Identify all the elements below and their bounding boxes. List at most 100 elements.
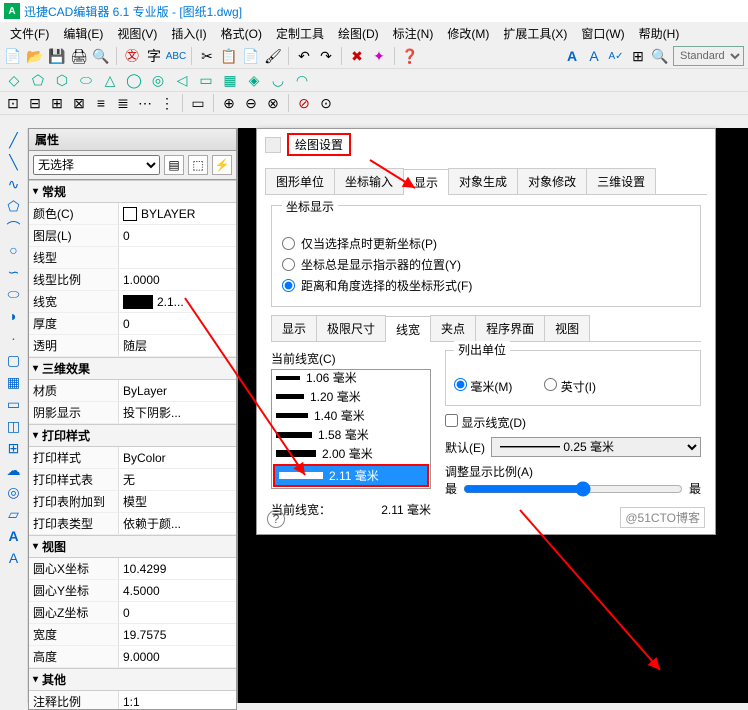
property-value[interactable]: 依赖于颜... bbox=[119, 513, 236, 534]
xline-tool[interactable]: ╲ bbox=[2, 152, 25, 172]
redo-icon[interactable]: ↷ bbox=[317, 47, 335, 65]
property-value[interactable]: 2.1... bbox=[119, 291, 236, 312]
lineweight-item[interactable]: 1.40 毫米 bbox=[272, 406, 430, 425]
property-row[interactable]: 厚度0 bbox=[29, 313, 236, 335]
filter-icon[interactable]: ▤ bbox=[164, 155, 184, 175]
sub-tab[interactable]: 程序界面 bbox=[475, 315, 545, 341]
help-icon[interactable]: ❓ bbox=[401, 47, 419, 65]
property-value[interactable]: 0 bbox=[119, 313, 236, 334]
t3-6[interactable]: ≣ bbox=[114, 94, 132, 112]
lineweight-item[interactable]: 1.58 毫米 bbox=[272, 425, 430, 444]
show-lw-check[interactable]: 显示线宽(D) bbox=[445, 414, 526, 431]
property-row[interactable]: 打印样式ByColor bbox=[29, 447, 236, 469]
t3-9[interactable]: ▭ bbox=[189, 94, 207, 112]
cut-icon[interactable]: ✂ bbox=[198, 47, 216, 65]
property-value[interactable]: ByColor bbox=[119, 447, 236, 468]
group-header[interactable]: 打印样式 bbox=[29, 424, 236, 447]
property-row[interactable]: 打印样式表无 bbox=[29, 469, 236, 491]
property-value[interactable]: 无 bbox=[119, 469, 236, 490]
mesh-icon[interactable]: ▦ bbox=[220, 71, 240, 89]
lineweight-list[interactable]: 1.00 毫米1.06 毫米1.20 毫米1.40 毫米1.58 毫米2.00 … bbox=[271, 369, 431, 489]
menu-item[interactable]: 视图(V) bbox=[111, 23, 163, 44]
property-value[interactable]: 随层 bbox=[119, 335, 236, 356]
donut-tool[interactable]: ◎ bbox=[2, 482, 25, 502]
menu-item[interactable]: 编辑(E) bbox=[57, 23, 109, 44]
coord-radio[interactable]: 坐标总是显示指示器的位置(Y) bbox=[282, 256, 690, 273]
t3-4[interactable]: ⊠ bbox=[70, 94, 88, 112]
delete-x-icon[interactable]: ✖ bbox=[348, 47, 366, 65]
t3-3[interactable]: ⊞ bbox=[48, 94, 66, 112]
sub-tab[interactable]: 视图 bbox=[544, 315, 590, 341]
sub-tab[interactable]: 夹点 bbox=[430, 315, 476, 341]
text-a2-icon[interactable]: A bbox=[585, 47, 603, 65]
property-row[interactable]: 阴影显示投下阴影... bbox=[29, 402, 236, 424]
property-row[interactable]: 打印表类型依赖于颜... bbox=[29, 513, 236, 535]
lineweight-item[interactable]: 1.06 毫米 bbox=[272, 369, 430, 387]
unit-in-radio[interactable]: 英寸(I) bbox=[544, 378, 596, 395]
menu-item[interactable]: 窗口(W) bbox=[575, 23, 630, 44]
dish-icon[interactable]: ◡ bbox=[268, 71, 288, 89]
t3-8[interactable]: ⋮ bbox=[158, 94, 176, 112]
property-row[interactable]: 线型 bbox=[29, 247, 236, 269]
undo-icon[interactable]: ↶ bbox=[295, 47, 313, 65]
dialog-tab[interactable]: 对象修改 bbox=[517, 168, 587, 194]
property-row[interactable]: 高度9.0000 bbox=[29, 646, 236, 668]
polygon-tool[interactable]: ⬠ bbox=[2, 196, 25, 216]
lineweight-item[interactable]: 2.00 毫米 bbox=[272, 444, 430, 463]
rect-tool[interactable]: ▭ bbox=[2, 394, 25, 414]
dim-icon[interactable]: ⊞ bbox=[629, 47, 647, 65]
open-icon[interactable]: 📂 bbox=[26, 47, 44, 65]
dialog-tab[interactable]: 图形单位 bbox=[265, 168, 335, 194]
drawing-canvas[interactable]: 绘图设置 图形单位坐标输入显示对象生成对象修改三维设置 坐标显示 仅当选择点时更… bbox=[238, 128, 748, 703]
help-hint-icon[interactable]: ? bbox=[267, 510, 285, 528]
scale-slider[interactable] bbox=[463, 481, 683, 497]
new-icon[interactable]: 📄 bbox=[4, 47, 22, 65]
property-row[interactable]: 圆心Z坐标0 bbox=[29, 602, 236, 624]
property-value[interactable]: 模型 bbox=[119, 491, 236, 512]
sub-tab[interactable]: 极限尺寸 bbox=[316, 315, 386, 341]
wipeout-tool[interactable]: ▱ bbox=[2, 504, 25, 524]
menu-item[interactable]: 帮助(H) bbox=[633, 23, 686, 44]
font-icon[interactable]: 字 bbox=[145, 47, 163, 65]
box-icon[interactable]: ▭ bbox=[196, 71, 216, 89]
brush-icon[interactable]: 🖌 bbox=[264, 47, 282, 65]
menu-item[interactable]: 绘图(D) bbox=[332, 23, 385, 44]
cloud-tool[interactable]: ☁ bbox=[2, 460, 25, 480]
unit-mm-radio[interactable]: 毫米(M) bbox=[454, 378, 512, 395]
menu-item[interactable]: 标注(N) bbox=[387, 23, 440, 44]
mtext-tool[interactable]: A bbox=[2, 548, 25, 568]
property-row[interactable]: 线宽2.1... bbox=[29, 291, 236, 313]
sphere-icon[interactable]: ◯ bbox=[124, 71, 144, 89]
save-icon[interactable]: 💾 bbox=[48, 47, 66, 65]
preview-icon[interactable]: 🔍 bbox=[92, 47, 110, 65]
diamond-icon[interactable]: ◇ bbox=[4, 71, 24, 89]
property-value[interactable]: 19.7575 bbox=[119, 624, 236, 645]
lineweight-item[interactable]: 2.11 毫米 bbox=[275, 466, 427, 485]
region-tool[interactable]: ◫ bbox=[2, 416, 25, 436]
property-value[interactable]: BYLAYER bbox=[119, 203, 236, 224]
t3-5[interactable]: ≡ bbox=[92, 94, 110, 112]
pline-tool[interactable]: ∿ bbox=[2, 174, 25, 194]
property-row[interactable]: 线型比例1.0000 bbox=[29, 269, 236, 291]
property-row[interactable]: 宽度19.7575 bbox=[29, 624, 236, 646]
t3-7[interactable]: ⋯ bbox=[136, 94, 154, 112]
coord-radio[interactable]: 距离和角度选择的极坐标形式(F) bbox=[282, 277, 690, 294]
ellipse-arc-tool[interactable]: ◗ bbox=[2, 306, 25, 326]
menu-item[interactable]: 文件(F) bbox=[4, 23, 55, 44]
menu-item[interactable]: 扩展工具(X) bbox=[497, 23, 573, 44]
copy-icon[interactable]: 📋 bbox=[220, 47, 238, 65]
arc-tool[interactable]: ⌒ bbox=[2, 218, 25, 238]
property-row[interactable]: 圆心X坐标10.4299 bbox=[29, 558, 236, 580]
sub-tab[interactable]: 线宽 bbox=[385, 316, 431, 342]
property-value[interactable]: 0 bbox=[119, 602, 236, 623]
group-header[interactable]: 视图 bbox=[29, 535, 236, 558]
pyramid-icon[interactable]: ◈ bbox=[244, 71, 264, 89]
cylinder-icon[interactable]: ⬭ bbox=[76, 71, 96, 89]
quick-icon[interactable]: ⚡ bbox=[212, 155, 232, 175]
menu-item[interactable]: 插入(I) bbox=[165, 23, 212, 44]
property-value[interactable]: 0 bbox=[119, 225, 236, 246]
ellipse-tool[interactable]: ⬭ bbox=[2, 284, 25, 304]
paste-icon[interactable]: 📄 bbox=[242, 47, 260, 65]
pentagon-icon[interactable]: ⬠ bbox=[28, 71, 48, 89]
property-row[interactable]: 打印表附加到模型 bbox=[29, 491, 236, 513]
